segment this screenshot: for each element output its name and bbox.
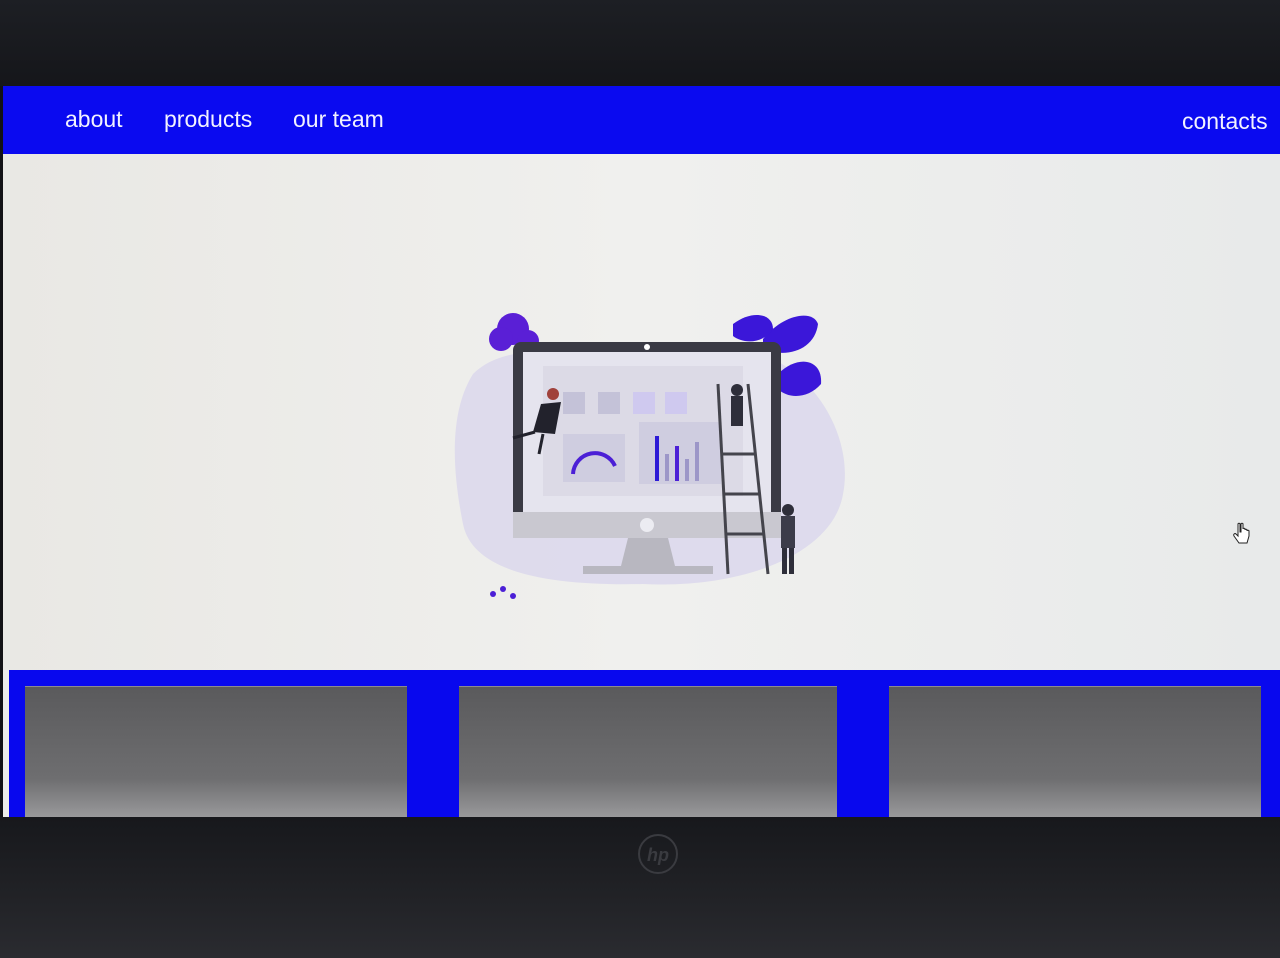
monitor-bezel-top xyxy=(0,0,1280,86)
nav-bar: about products our team contacts xyxy=(3,86,1280,154)
svg-text:hp: hp xyxy=(647,845,669,865)
nav-link-products[interactable]: products xyxy=(164,106,252,133)
card-1[interactable] xyxy=(25,686,407,817)
card-section xyxy=(9,670,1280,817)
hand-pointer-cursor-icon xyxy=(1233,522,1250,544)
nav-link-about[interactable]: about xyxy=(65,106,123,133)
hp-logo-icon: hp xyxy=(638,834,678,874)
nav-link-our-team[interactable]: our team xyxy=(293,106,384,133)
browser-viewport: about products our team contacts xyxy=(3,86,1280,817)
dashboard-illustration xyxy=(454,313,845,599)
card-3[interactable] xyxy=(889,686,1261,817)
hero-section xyxy=(3,154,1280,670)
nav-link-contacts[interactable]: contacts xyxy=(1182,108,1268,135)
card-2[interactable] xyxy=(459,686,837,817)
